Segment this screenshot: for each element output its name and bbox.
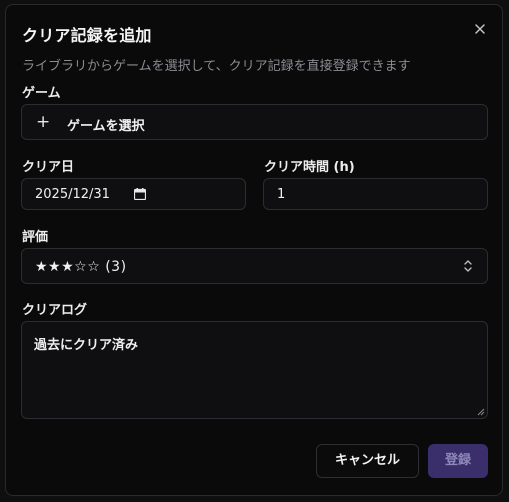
select-game-button[interactable]: + ゲームを選択 xyxy=(21,104,488,140)
rating-select[interactable]: ★★★☆☆ (3) xyxy=(21,248,488,284)
clear-time-input[interactable]: 1 xyxy=(263,178,488,210)
clear-date-value: 2025/12/31 xyxy=(35,187,110,202)
close-icon[interactable] xyxy=(472,21,488,37)
dialog-title: クリア記録を追加 xyxy=(22,26,152,45)
clear-time-value: 1 xyxy=(277,187,286,202)
cancel-button[interactable]: キャンセル xyxy=(316,444,419,478)
close-icon-glyph xyxy=(475,24,485,34)
clear-log-textarea[interactable]: 過去にクリア済み xyxy=(21,321,488,419)
chevron-up-down-icon xyxy=(464,260,472,272)
clear-date-label: クリア日 xyxy=(22,160,75,175)
select-game-label: ゲームを選択 xyxy=(67,119,145,134)
clear-log-value: 過去にクリア済み xyxy=(34,338,139,353)
calendar-icon[interactable] xyxy=(134,188,146,200)
game-label: ゲーム xyxy=(22,86,61,101)
rating-label: 評価 xyxy=(22,230,49,245)
clear-date-input[interactable]: 2025/12/31 xyxy=(21,178,246,210)
clear-time-label: クリア時間 (h) xyxy=(264,160,355,175)
plus-icon: + xyxy=(36,112,51,132)
add-clear-record-dialog: クリア記録を追加 ライブラリからゲームを選択して、クリア記録を直接登録できます … xyxy=(5,4,503,496)
dialog-description: ライブラリからゲームを選択して、クリア記録を直接登録できます xyxy=(22,59,411,74)
resize-handle-icon[interactable] xyxy=(477,408,485,416)
clear-log-label: クリアログ xyxy=(22,303,88,318)
rating-value: ★★★☆☆ (3) xyxy=(35,259,127,275)
register-button[interactable]: 登録 xyxy=(428,444,488,478)
